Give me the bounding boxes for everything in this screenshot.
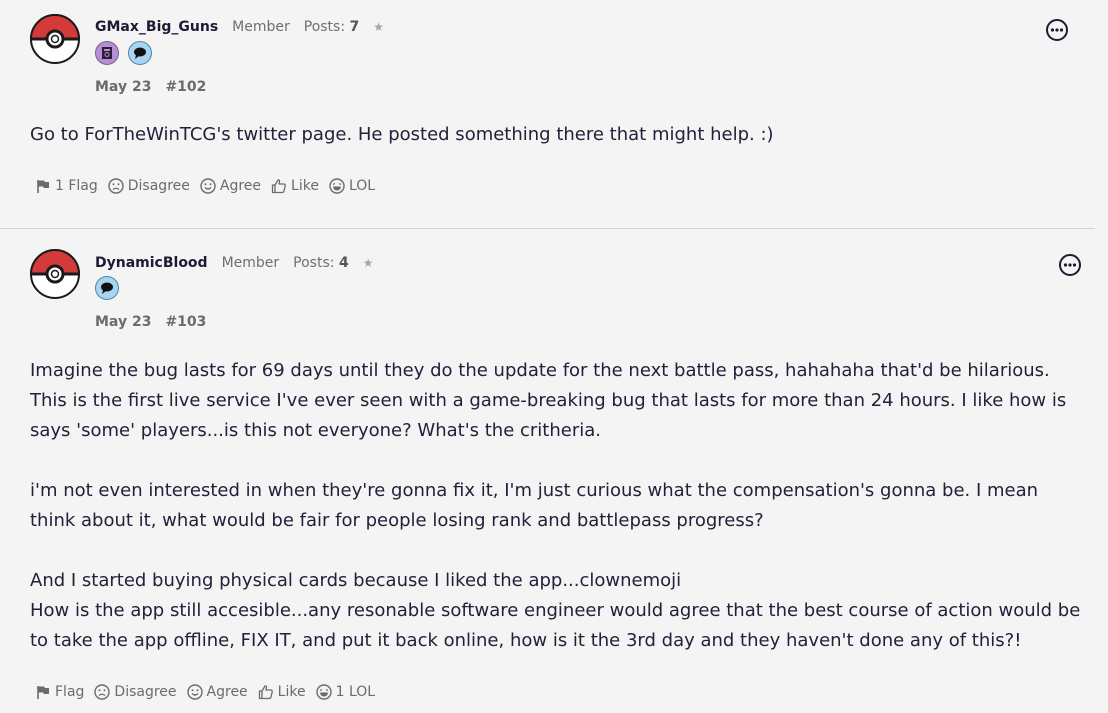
pokeball-avatar-icon[interactable]: [30, 14, 80, 64]
options-menu-icon[interactable]: [1046, 19, 1068, 41]
disagree-icon: [108, 178, 124, 194]
pokeball-avatar-icon[interactable]: [30, 249, 80, 299]
post-count: Posts: 4: [293, 255, 349, 271]
disagree-button[interactable]: Disagree: [94, 684, 177, 700]
agree-icon: [187, 684, 203, 700]
star-icon: ★: [373, 20, 385, 34]
agree-button[interactable]: Agree: [187, 684, 248, 700]
user-role: Member: [221, 255, 280, 271]
agree-button[interactable]: Agree: [200, 178, 261, 194]
reaction-bar: 1 Flag Disagree Agree Like LOL: [35, 178, 375, 194]
disagree-button[interactable]: Disagree: [108, 178, 190, 194]
post-date-line: May 23 #103: [95, 314, 206, 330]
username[interactable]: DynamicBlood: [95, 255, 208, 271]
post-body: Go to ForTheWinTCG's twitter page. He po…: [30, 120, 1088, 150]
user-role: Member: [232, 19, 290, 35]
post-paragraph: Imagine the bug lasts for 69 days until …: [30, 360, 1067, 441]
post-paragraph: And I started buying physical cards beca…: [30, 570, 682, 591]
like-icon: [271, 178, 287, 194]
lol-button[interactable]: 1 LOL: [316, 684, 375, 700]
post-103: DynamicBlood Member Posts: 4 ★ May 23 #1…: [0, 229, 1108, 713]
post-paragraph: How is the app still accesible...any res…: [30, 600, 1081, 651]
flag-button[interactable]: 1 Flag: [35, 178, 98, 194]
post-number[interactable]: #103: [165, 314, 206, 330]
user-meta: GMax_Big_Guns Member Posts: 7 ★: [95, 19, 384, 35]
star-icon: ★: [362, 256, 374, 270]
post-date[interactable]: May 23: [95, 314, 151, 330]
post-date[interactable]: May 23: [95, 79, 151, 95]
lol-icon: [329, 178, 345, 194]
book-badge-icon[interactable]: [95, 41, 119, 65]
lol-icon: [316, 684, 332, 700]
post-102: GMax_Big_Guns Member Posts: 7 ★ May 23 #…: [0, 0, 1095, 229]
post-paragraph: i'm not even interested in when they're …: [30, 480, 1039, 531]
post-number[interactable]: #102: [165, 79, 206, 95]
like-button[interactable]: Like: [271, 178, 319, 194]
comment-badge-icon[interactable]: [128, 41, 152, 65]
reaction-bar: Flag Disagree Agree Like 1 LOL: [35, 684, 375, 700]
badge-list: [95, 276, 119, 300]
post-count: Posts: 7: [303, 19, 360, 35]
badge-list: [95, 41, 152, 65]
lol-button[interactable]: LOL: [329, 178, 375, 194]
post-date-line: May 23 #102: [95, 79, 206, 95]
agree-icon: [200, 178, 216, 194]
flag-icon: [35, 684, 51, 700]
user-meta: DynamicBlood Member Posts: 4 ★: [95, 255, 373, 271]
like-button[interactable]: Like: [258, 684, 306, 700]
username[interactable]: GMax_Big_Guns: [95, 19, 218, 35]
flag-button[interactable]: Flag: [35, 684, 84, 700]
like-icon: [258, 684, 274, 700]
disagree-icon: [94, 684, 110, 700]
flag-icon: [35, 178, 51, 194]
post-paragraph: Go to ForTheWinTCG's twitter page. He po…: [30, 124, 774, 145]
options-menu-icon[interactable]: [1059, 254, 1081, 276]
post-body: Imagine the bug lasts for 69 days until …: [30, 356, 1088, 656]
comment-badge-icon[interactable]: [95, 276, 119, 300]
